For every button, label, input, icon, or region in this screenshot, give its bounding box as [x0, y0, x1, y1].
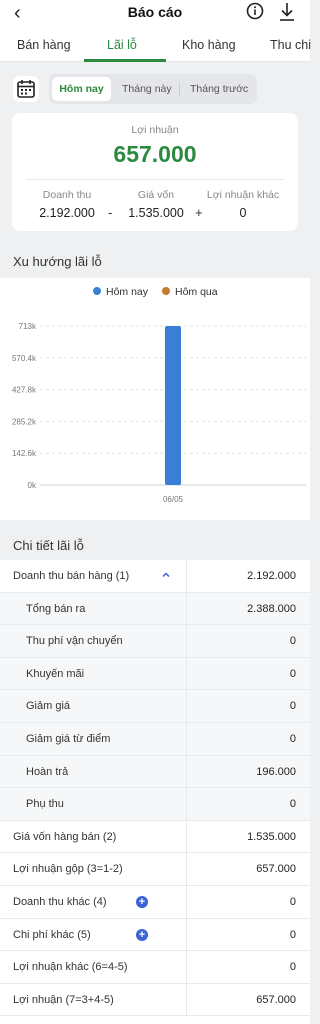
other-profit-value: 0 — [239, 206, 247, 220]
tab-thu-chi[interactable]: Thu chi — [270, 38, 311, 52]
add-plus-icon[interactable]: + — [136, 928, 148, 941]
profit-value: 657.000 — [113, 141, 197, 167]
detail-row[interactable]: Chi phí khác (5) +0 — [0, 918, 310, 952]
column-divider — [186, 951, 187, 983]
detail-row-value: 0 — [289, 700, 296, 713]
cost-label: Giá vốn — [137, 189, 175, 201]
column-divider — [186, 820, 187, 853]
detail-row: Lợi nhuận gộp (3=1-2) 657.000 — [0, 853, 310, 886]
tab-ban-hang[interactable]: Bán hàng — [17, 38, 71, 52]
column-divider — [186, 723, 187, 755]
detail-row-value: 0 — [289, 635, 296, 648]
y-tick-label: 0k — [28, 481, 37, 490]
date-filter: Hôm nay Tháng này Tháng trước — [0, 62, 310, 114]
detail-row-value: 1.535.000 — [247, 830, 296, 843]
column-divider — [186, 918, 187, 951]
detail-row: Hoàn trả 196.000 — [0, 755, 310, 789]
column-divider — [186, 657, 187, 690]
column-divider — [186, 886, 187, 918]
column-divider — [186, 788, 187, 820]
chart-plot: 0k 142.6k 285.2k 427.8k 570.4k 713k 06/05 — [12, 322, 306, 504]
detail-row-label: Lợi nhuận (7=3+4-5) — [13, 993, 114, 1006]
segment-thang-nay[interactable]: Tháng này — [122, 83, 172, 95]
detail-row-label: Thu phí vận chuyển — [26, 635, 123, 648]
revenue-label: Doanh thu — [42, 189, 92, 201]
column-divider — [186, 690, 187, 722]
segment-thang-truoc[interactable]: Tháng trước — [190, 83, 248, 95]
detail-section-title: Chi tiết lãi lỗ — [13, 538, 84, 553]
y-tick-label: 285.2k — [12, 417, 37, 426]
report-tabs: Bán hàng Lãi lỗ Kho hàng Thu chi — [0, 28, 311, 62]
detail-row-label: Hoàn trả — [26, 765, 69, 778]
detail-row: Phụ thu 0 — [0, 788, 310, 821]
detail-row-label: Doanh thu bán hàng (1) — [13, 570, 130, 582]
column-divider — [186, 560, 187, 592]
chevron-up-icon[interactable] — [160, 569, 172, 581]
detail-row-value: 0 — [289, 733, 296, 745]
add-plus-icon[interactable]: + — [136, 896, 148, 908]
cost-value: 1.535.000 — [128, 206, 184, 220]
profit-detail-table: Doanh thu bán hàng (1) 2.192.000 Tổng bán … — [0, 560, 310, 1024]
detail-row-value: 0 — [289, 896, 296, 908]
detail-row: Tổng bán ra 2.388.000 — [0, 592, 310, 626]
detail-row-value: 2.388.000 — [247, 602, 296, 615]
x-tick-label: 06/05 — [163, 495, 184, 504]
detail-row-label: Lợi nhuận khác (6=4-5) — [13, 961, 128, 974]
detail-row-value: 196.000 — [256, 765, 296, 778]
app-header: ‹ Báo cáo — [0, 0, 310, 28]
period-segmented-control: Hôm nay Tháng này Tháng trước — [49, 74, 257, 104]
detail-row-value: 657.000 — [256, 993, 296, 1006]
detail-row: Lợi nhuận (7=3+4-5) 657.000 — [0, 983, 310, 1017]
profit-label: Lợi nhuận — [131, 124, 179, 136]
revenue-value: 2.192.000 — [39, 206, 95, 220]
y-tick-label: 427.8k — [12, 386, 37, 395]
card-divider — [26, 179, 284, 180]
tab-lai-lo[interactable]: Lãi lỗ — [107, 38, 137, 52]
calendar-icon — [17, 80, 35, 98]
bar-today[interactable] — [165, 326, 181, 485]
detail-row: Giá vốn hàng bán (2) 1.535.000 — [0, 820, 310, 854]
detail-row: Lợi nhuận khác (6=4-5) 0 — [0, 951, 310, 984]
y-tick-label: 713k — [19, 322, 37, 331]
detail-row-value: 657.000 — [256, 863, 296, 876]
download-icon[interactable] — [278, 2, 296, 22]
profit-trend-chart: Hôm nay Hôm qua 0k 142.6k 285.2k 427.8k 570.… — [0, 278, 310, 520]
detail-row: Giảm giá 0 — [0, 690, 310, 723]
detail-row: Giảm giá từ điểm 0 — [0, 723, 310, 756]
tab-kho-hang[interactable]: Kho hàng — [182, 38, 236, 52]
detail-row-label: Giảm giá từ điểm — [26, 733, 111, 745]
detail-row-label: Khuyến mãi — [26, 667, 85, 680]
trend-section-title: Xu hướng lãi lỗ — [13, 254, 102, 269]
column-divider — [186, 592, 187, 625]
other-profit-label: Lợi nhuận khác — [206, 189, 280, 201]
y-tick-label: 570.4k — [12, 354, 37, 363]
column-divider — [186, 853, 187, 885]
segment-divider — [179, 83, 180, 96]
detail-row: Khuyến mãi 0 — [0, 657, 310, 691]
detail-row-value: 2.192.000 — [247, 570, 296, 582]
calendar-button[interactable] — [13, 76, 39, 102]
y-tick-label: 142.6k — [12, 449, 37, 458]
detail-row: Thu phí vận chuyển 0 — [0, 625, 310, 658]
detail-row-value: 0 — [289, 928, 296, 941]
detail-row-value: 0 — [289, 798, 296, 811]
detail-row-value: 0 — [289, 961, 296, 974]
detail-row-value: 0 — [289, 667, 296, 680]
column-divider — [186, 625, 187, 657]
column-divider — [186, 983, 187, 1016]
segment-hom-nay[interactable]: Hôm nay — [52, 77, 111, 101]
detail-row[interactable]: Doanh thu bán hàng (1) 2.192.000 — [0, 560, 310, 593]
info-icon[interactable] — [246, 2, 264, 20]
detail-row-label: Phụ thu — [26, 798, 64, 811]
detail-row-label: Doanh thu khác (4) — [13, 896, 107, 908]
detail-row[interactable]: Doanh thu khác (4) +0 — [0, 886, 310, 919]
column-divider — [186, 755, 187, 788]
detail-row-label: Giảm giá — [26, 700, 71, 713]
detail-row-label: Tổng bán ra — [26, 602, 86, 615]
detail-row-label: Giá vốn hàng bán (2) — [13, 830, 117, 843]
profit-summary-card: Lợi nhuận 657.000 Doanh thu 2.192.000 - … — [12, 113, 298, 231]
detail-row-label: Chi phí khác (5) — [13, 928, 91, 941]
detail-row-label: Lợi nhuận gộp (3=1-2) — [13, 863, 123, 876]
